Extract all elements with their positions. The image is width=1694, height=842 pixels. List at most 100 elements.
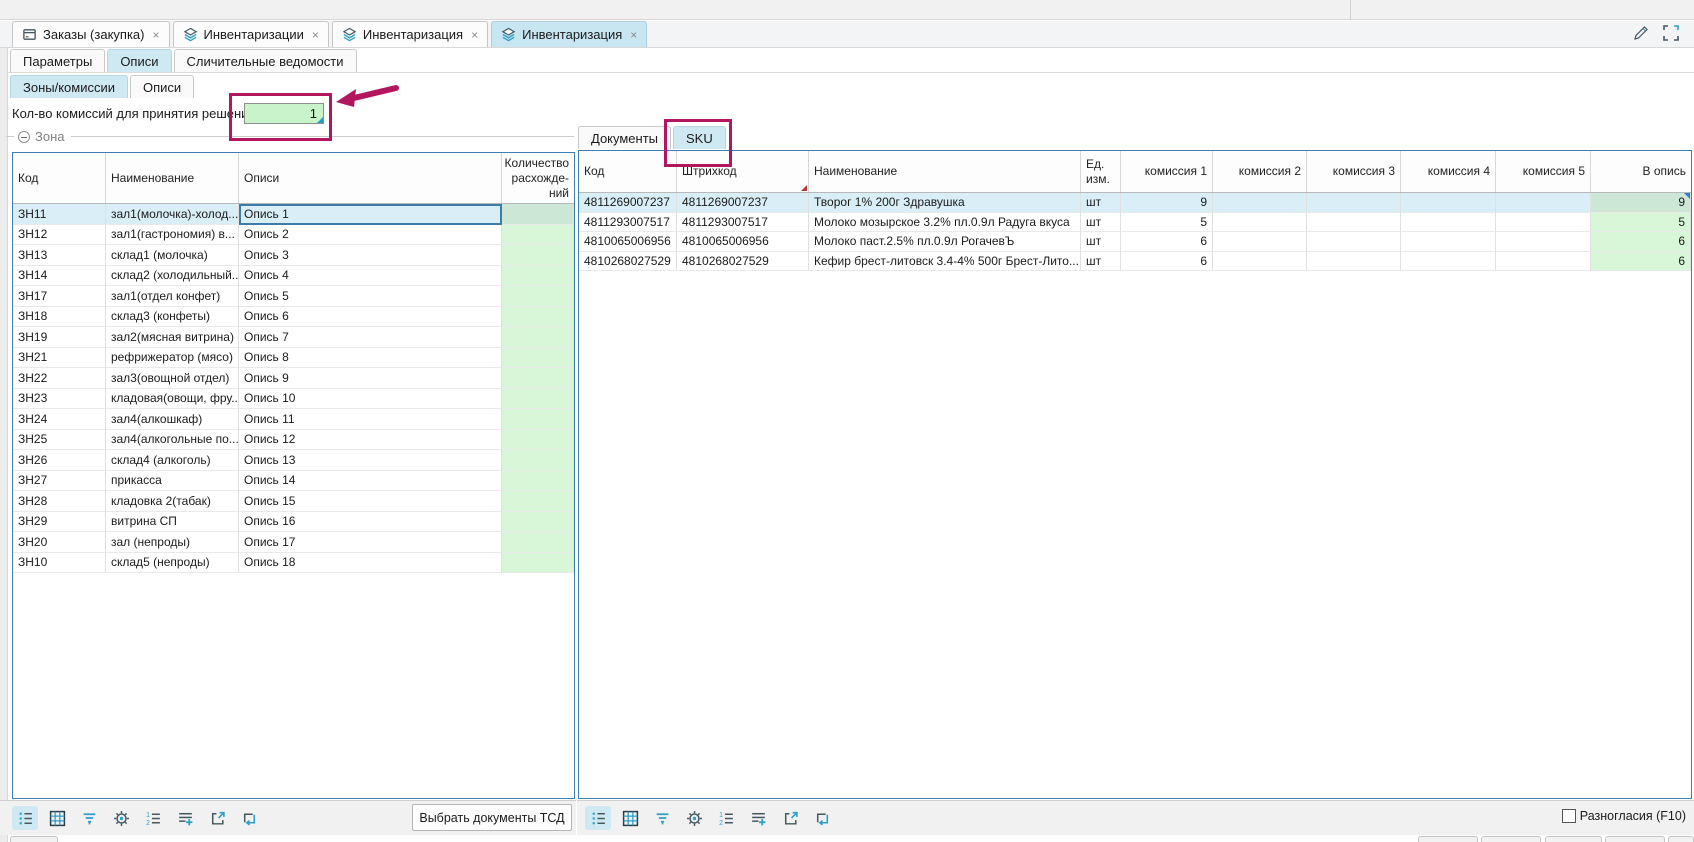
cell[interactable]: Молоко паст.2.5% пл.0.9л РогачевЪ <box>809 232 1081 252</box>
tab-opisi-section[interactable]: Описи <box>130 75 194 98</box>
cell[interactable]: ЗН10 <box>13 553 106 574</box>
cell[interactable] <box>1213 232 1307 252</box>
cell[interactable]: Опись 10 <box>239 389 502 410</box>
cell[interactable]: Опись 16 <box>239 512 502 533</box>
cell[interactable]: ЗН13 <box>13 245 106 266</box>
cell[interactable]: ЗН19 <box>13 327 106 348</box>
zone-table-row[interactable]: ЗН17зал1(отдел конфет)Опись 5 <box>13 286 574 307</box>
add-row-icon[interactable] <box>745 806 771 830</box>
column-header[interactable]: Наименование <box>809 151 1081 192</box>
cell[interactable] <box>1401 252 1496 272</box>
cell[interactable]: зал4(алкогольные по... <box>106 430 239 451</box>
select-tsd-documents-button[interactable]: Выбрать документы ТСД <box>412 804 572 831</box>
cell[interactable]: витрина СП <box>106 512 239 533</box>
cell[interactable]: Опись 18 <box>239 553 502 574</box>
cell[interactable]: Опись 2 <box>239 225 502 246</box>
discrepancy-cell[interactable] <box>502 471 574 492</box>
cell[interactable]: ЗН28 <box>13 491 106 512</box>
tab-parameters[interactable]: Параметры <box>10 49 105 72</box>
cut-button[interactable] <box>1545 836 1602 842</box>
discrepancy-cell[interactable] <box>502 450 574 471</box>
cell[interactable]: Опись 8 <box>239 348 502 369</box>
cut-button[interactable] <box>1668 836 1694 842</box>
cell[interactable]: ЗН25 <box>13 430 106 451</box>
column-header[interactable]: Код <box>579 151 677 192</box>
tab-opisi-active[interactable]: Описи <box>107 49 171 72</box>
settings-gear-icon[interactable] <box>681 806 707 830</box>
cell[interactable]: Опись 9 <box>239 368 502 389</box>
zone-table-row[interactable]: ЗН22зал3(овощной отдел)Опись 9 <box>13 368 574 389</box>
zone-table-row[interactable]: ЗН26склад4 (алкоголь)Опись 13 <box>13 450 574 471</box>
cell[interactable] <box>1401 193 1496 213</box>
cell[interactable]: Опись 17 <box>239 532 502 553</box>
cut-button[interactable] <box>1605 836 1665 842</box>
close-icon[interactable]: × <box>312 28 319 42</box>
cell[interactable]: шт <box>1081 232 1121 252</box>
left-splitter[interactable] <box>0 48 8 842</box>
column-header[interactable]: комиссия 4 <box>1401 151 1496 192</box>
cell[interactable]: 5 <box>1121 213 1213 233</box>
column-header[interactable]: В опись <box>1591 151 1691 192</box>
zone-table-row[interactable]: ЗН14склад2 (холодильный...Опись 4 <box>13 266 574 287</box>
cell[interactable]: Опись 5 <box>239 286 502 307</box>
cell[interactable]: склад5 (непроды) <box>106 553 239 574</box>
cell[interactable]: ЗН11 <box>13 204 106 225</box>
cell[interactable]: Опись 14 <box>239 471 502 492</box>
cell[interactable] <box>1496 252 1591 272</box>
cell[interactable]: 4811293007517 <box>677 213 809 233</box>
discrepancy-cell[interactable] <box>502 225 574 246</box>
cell[interactable]: 6 <box>1121 252 1213 272</box>
cell[interactable] <box>1496 232 1591 252</box>
cell[interactable]: зал1(гастрономия) в... <box>106 225 239 246</box>
zone-table-row[interactable]: ЗН25зал4(алкогольные по...Опись 12 <box>13 430 574 451</box>
discrepancy-cell[interactable] <box>502 348 574 369</box>
cell[interactable]: 6 <box>1121 232 1213 252</box>
discrepancy-cell[interactable] <box>502 307 574 328</box>
close-icon[interactable]: × <box>152 28 159 42</box>
cell[interactable]: зал2(мясная витрина) <box>106 327 239 348</box>
column-header[interactable]: Наименование <box>106 153 239 203</box>
checkbox-icon[interactable] <box>1562 809 1576 823</box>
grid-icon[interactable] <box>617 806 643 830</box>
cell[interactable] <box>1213 252 1307 272</box>
close-icon[interactable]: × <box>630 28 637 42</box>
cell[interactable] <box>1401 232 1496 252</box>
cell[interactable]: 4810268027529 <box>579 252 677 272</box>
filter-icon[interactable] <box>649 806 675 830</box>
zone-table-row[interactable]: ЗН28кладовка 2(табак)Опись 15 <box>13 491 574 512</box>
cell[interactable]: ЗН20 <box>13 532 106 553</box>
column-header[interactable]: комиссия 2 <box>1213 151 1307 192</box>
zone-table-row[interactable]: ЗН18склад3 (конфеты)Опись 6 <box>13 307 574 328</box>
zone-table-row[interactable]: ЗН19зал2(мясная витрина)Опись 7 <box>13 327 574 348</box>
add-row-icon[interactable] <box>172 806 198 830</box>
column-header[interactable]: Ед. изм. <box>1081 151 1121 192</box>
zone-table-row[interactable]: ЗН21рефрижератор (мясо)Опись 8 <box>13 348 574 369</box>
column-header[interactable]: Количество расхожде- ний <box>502 153 574 203</box>
cell[interactable] <box>1307 252 1401 272</box>
zone-table-row[interactable]: ЗН27прикассаОпись 14 <box>13 471 574 492</box>
discrepancy-cell[interactable] <box>502 430 574 451</box>
list-view-icon[interactable] <box>12 806 38 830</box>
cell[interactable]: кладовка 2(табак) <box>106 491 239 512</box>
cell[interactable]: зал (непроды) <box>106 532 239 553</box>
cut-button[interactable] <box>1418 836 1478 842</box>
sku-table-row[interactable]: 48102680275294810268027529Кефир брест-ли… <box>579 252 1691 272</box>
cell[interactable]: склад4 (алкоголь) <box>106 450 239 471</box>
cell[interactable]: Опись 11 <box>239 409 502 430</box>
cell[interactable] <box>1307 232 1401 252</box>
discrepancy-cell[interactable] <box>502 553 574 574</box>
cell[interactable]: Опись 4 <box>239 266 502 287</box>
sku-table-row[interactable]: 48112930075174811293007517Молоко мозырск… <box>579 213 1691 233</box>
cell[interactable]: 9 <box>1591 193 1691 213</box>
zone-table-row[interactable]: ЗН12зал1(гастрономия) в...Опись 2 <box>13 225 574 246</box>
discrepancy-cell[interactable] <box>502 389 574 410</box>
cell[interactable]: ЗН27 <box>13 471 106 492</box>
cell[interactable]: ЗН22 <box>13 368 106 389</box>
tab-inventory-1[interactable]: Инвентаризация × <box>332 21 488 47</box>
cell[interactable]: склад1 (молочка) <box>106 245 239 266</box>
cell[interactable]: Опись 6 <box>239 307 502 328</box>
cell[interactable]: Опись 13 <box>239 450 502 471</box>
cell[interactable]: Опись 3 <box>239 245 502 266</box>
cell[interactable]: прикасса <box>106 471 239 492</box>
cell[interactable]: 4810268027529 <box>677 252 809 272</box>
